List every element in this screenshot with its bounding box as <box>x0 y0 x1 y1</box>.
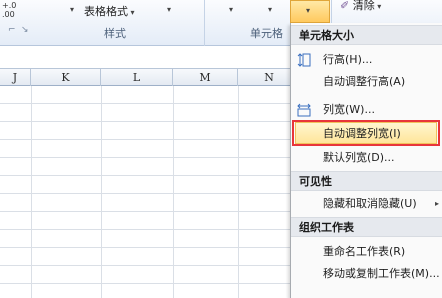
grid-line <box>31 86 32 298</box>
menu-item-autofit-row-height[interactable]: 自动调整行高(A) <box>291 71 442 93</box>
eraser-icon: ✐ <box>340 0 350 12</box>
grid-line <box>0 229 300 230</box>
dialog-launcher-icon[interactable]: ↘ <box>21 25 29 35</box>
menu-item-row-height[interactable]: 行高(H)... <box>291 49 442 71</box>
column-header-k[interactable]: K <box>31 69 101 86</box>
column-width-label: 列宽(W)... <box>323 103 375 116</box>
section-organize-sheets: 组织工作表 <box>291 217 442 237</box>
hide-unhide-label: 隐藏和取消隐藏(U) <box>323 197 417 210</box>
dropdown-arrow-4[interactable]: ▾ <box>268 5 272 14</box>
column-header-j[interactable]: J <box>0 69 31 86</box>
grid-line <box>0 175 300 176</box>
table-format-label: 表格格式 <box>84 5 128 18</box>
menu-item-move-copy-sheet[interactable]: 移动或复制工作表(M)... <box>291 263 442 285</box>
grid-line <box>0 157 300 158</box>
grid-line <box>173 86 174 298</box>
menu-item-column-width[interactable]: 列宽(W)... <box>291 99 442 121</box>
column-header-l[interactable]: L <box>101 69 173 86</box>
format-dropdown-menu: 单元格大小 行高(H)... 自动调整行高(A) 列宽(W)... 自动调整列宽… <box>290 23 442 298</box>
grid-line <box>0 247 300 248</box>
grid-line <box>0 193 300 194</box>
clear-label: 清除 <box>352 0 375 12</box>
dropdown-arrow-1[interactable]: ▾ <box>70 5 74 14</box>
cells-group-label: 单元格 <box>250 27 283 40</box>
column-header-row: J K L M N <box>0 68 300 86</box>
row-height-icon <box>297 53 311 67</box>
menu-item-hide-unhide[interactable]: 隐藏和取消隐藏(U) ▸ <box>291 193 442 215</box>
menu-item-default-width[interactable]: 默认列宽(D)... <box>291 147 442 169</box>
menu-item-rename-sheet[interactable]: 重命名工作表(R) <box>291 241 442 263</box>
move-copy-sheet-label: 移动或复制工作表(M)... <box>323 267 440 280</box>
table-format-button[interactable]: 表格格式 ▾ <box>84 3 135 19</box>
grid-line <box>238 86 239 298</box>
grid-line <box>0 211 300 212</box>
format-dropdown-button[interactable]: ▾ <box>290 0 330 23</box>
grid-line <box>0 103 300 104</box>
annotation-highlight-box <box>292 120 440 146</box>
chevron-down-icon: ▾ <box>306 6 311 15</box>
grid-line <box>0 265 300 266</box>
worksheet-grid[interactable] <box>0 86 300 298</box>
section-visibility: 可见性 <box>291 171 442 191</box>
section-cell-size: 单元格大小 <box>291 25 442 45</box>
decrease-decimal-button[interactable]: +.0.00 <box>2 1 16 19</box>
dropdown-arrow-2[interactable]: ▾ <box>167 5 171 14</box>
submenu-arrow-icon: ▸ <box>434 199 439 208</box>
group-separator <box>204 0 205 46</box>
grid-line <box>101 86 102 298</box>
column-header-m[interactable]: M <box>173 69 238 86</box>
clear-button[interactable]: ✐ 清除 ▾ <box>340 0 381 13</box>
row-height-label: 行高(H)... <box>323 53 373 66</box>
styles-group-label: 样式 <box>104 27 126 40</box>
default-width-label: 默认列宽(D)... <box>323 151 395 164</box>
grid-line <box>0 139 300 140</box>
rename-sheet-label: 重命名工作表(R) <box>323 245 406 258</box>
ribbon-separator-right <box>331 0 332 23</box>
grid-line <box>0 121 300 122</box>
group-launcher-icon[interactable]: ⌐ <box>8 25 16 35</box>
dropdown-arrow-3[interactable]: ▾ <box>229 5 233 14</box>
column-width-icon <box>297 103 311 117</box>
autofit-row-height-label: 自动调整行高(A) <box>323 75 406 88</box>
grid-line <box>0 283 300 284</box>
